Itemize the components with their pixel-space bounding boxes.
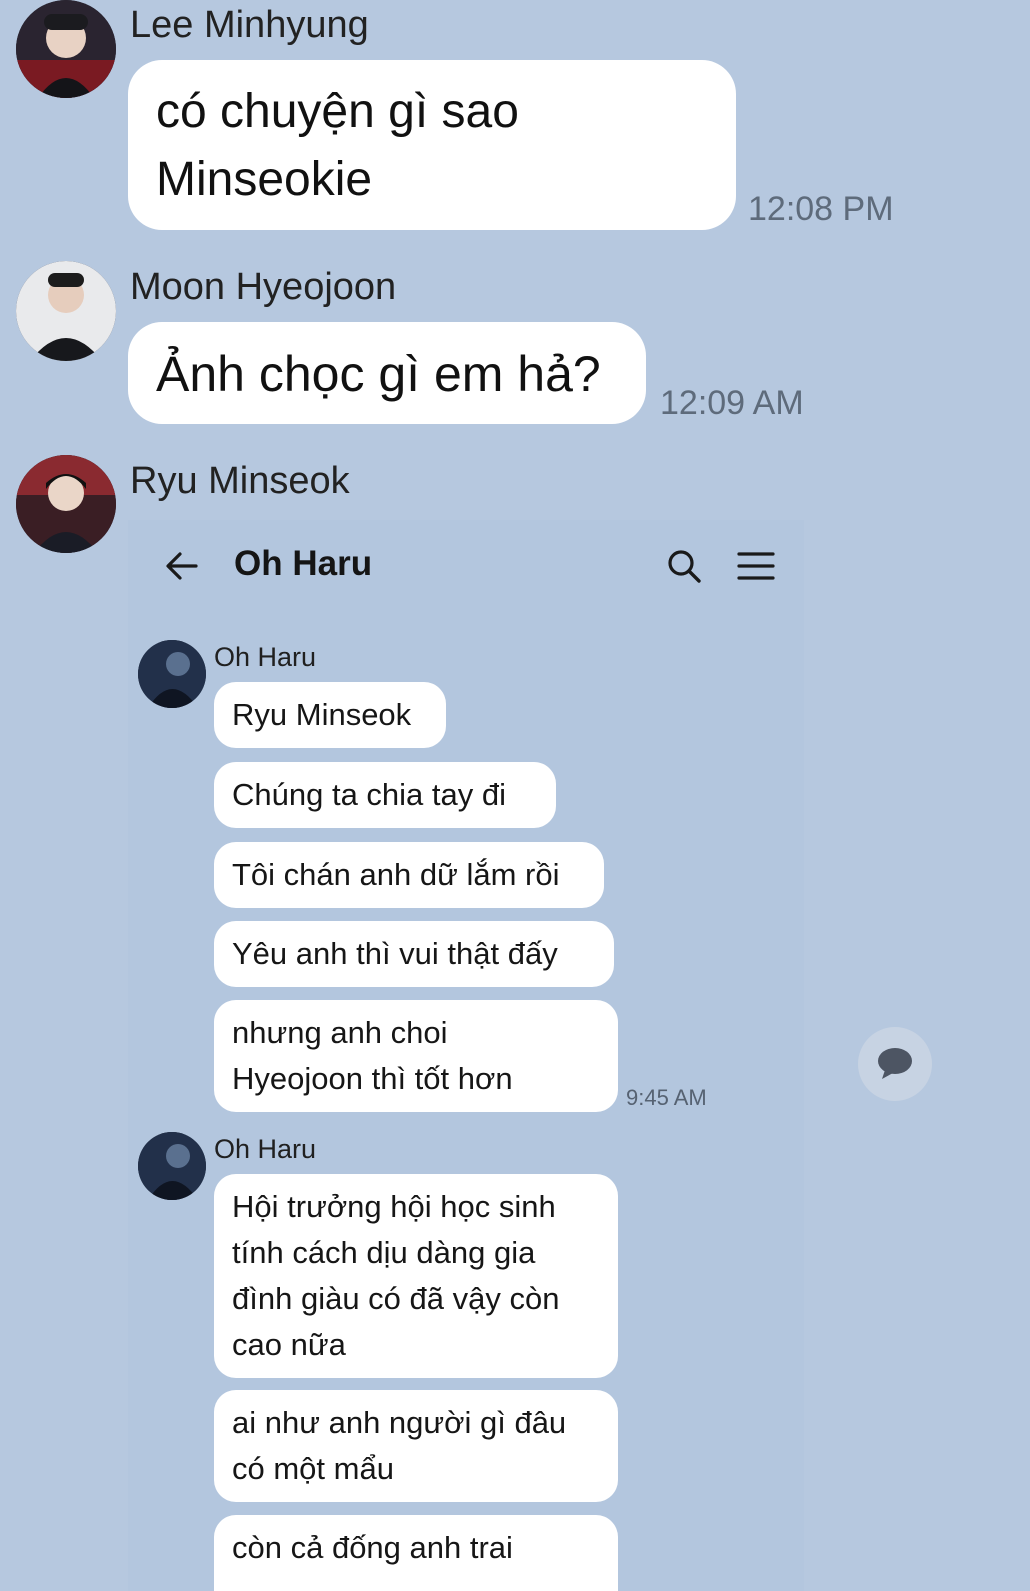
hamburger-menu-icon: [737, 552, 775, 580]
avatar-oh-haru: [138, 1132, 206, 1200]
search-icon: [668, 550, 701, 583]
shared-screenshot-image[interactable]: Oh Haru Oh Haru Ryu Minseok Chúng ta chi…: [128, 520, 804, 1591]
message-text-line: có chuyện gì sao: [156, 85, 519, 138]
avatar-photo-icon: [138, 1132, 206, 1200]
message-bubble: Tôi chán anh dữ lắm rồi: [214, 842, 604, 908]
message-text-line: còn cả đống anh trai: [232, 1530, 513, 1565]
message-text-line: có một mẩu: [232, 1451, 394, 1486]
sender-name: Oh Haru: [214, 642, 317, 672]
arrow-left-icon: [166, 552, 198, 580]
avatar-moon-hyeojoon[interactable]: [16, 261, 116, 361]
avatar-portrait-icon: [16, 455, 116, 553]
message-bubble[interactable]: Ảnh chọc gì em hả?: [128, 322, 646, 424]
message-text-line: Hyeojoon thì tốt hơn: [232, 1061, 513, 1096]
message-time: 9:45 AM: [626, 1085, 707, 1110]
message-bubble: Hội trưởng hội học sinh tính cách dịu dà…: [214, 1174, 618, 1378]
screenshot-header: Oh Haru: [128, 520, 804, 616]
sender-name: Moon Hyeojoon: [130, 266, 397, 308]
chat-bubble-icon: [878, 1048, 912, 1079]
sender-name: Ryu Minseok: [130, 460, 350, 502]
message-text-line: Minseokie: [156, 153, 373, 206]
message-time: 12:08 PM: [748, 190, 894, 228]
message-text: Ảnh chọc gì em hả?: [156, 346, 601, 402]
message-text-line: đình giàu có đã vậy còn: [232, 1281, 560, 1316]
avatar-portrait-icon: [16, 0, 116, 98]
message-bubble: Ryu Minseok: [214, 682, 446, 748]
message-bubble: nhưng anh choi Hyeojoon thì tốt hơn: [214, 1000, 618, 1112]
sender-name: Oh Haru: [214, 1134, 317, 1164]
message-bubble: ai như anh người gì đâu có một mẩu: [214, 1390, 618, 1502]
screenshot-chat-title: Oh Haru: [234, 544, 373, 583]
avatar-ryu-minseok[interactable]: [16, 455, 116, 553]
message-text-line: ai như anh người gì đâu: [232, 1405, 567, 1440]
avatar-lee-minhyung[interactable]: [16, 0, 116, 98]
floating-chat-button[interactable]: [858, 1027, 932, 1101]
message-bubble[interactable]: có chuyện gì sao Minseokie: [128, 60, 736, 230]
message-time: 12:09 AM: [660, 384, 804, 422]
message-bubble: còn cả đống anh trai: [214, 1515, 618, 1591]
message-bubble: Chúng ta chia tay đi: [214, 762, 556, 828]
avatar-portrait-icon: [16, 261, 116, 361]
message-text-line: nhưng anh choi: [232, 1015, 448, 1050]
sender-name: Lee Minhyung: [130, 4, 369, 46]
message-text-line: Hội trưởng hội học sinh: [232, 1189, 556, 1224]
message-text-line: cao nữa: [232, 1327, 346, 1362]
message-text-line: tính cách dịu dàng gia: [232, 1235, 536, 1270]
avatar-oh-haru: [138, 640, 206, 708]
avatar-photo-icon: [138, 640, 206, 708]
message-bubble: Yêu anh thì vui thật đấy: [214, 921, 614, 987]
